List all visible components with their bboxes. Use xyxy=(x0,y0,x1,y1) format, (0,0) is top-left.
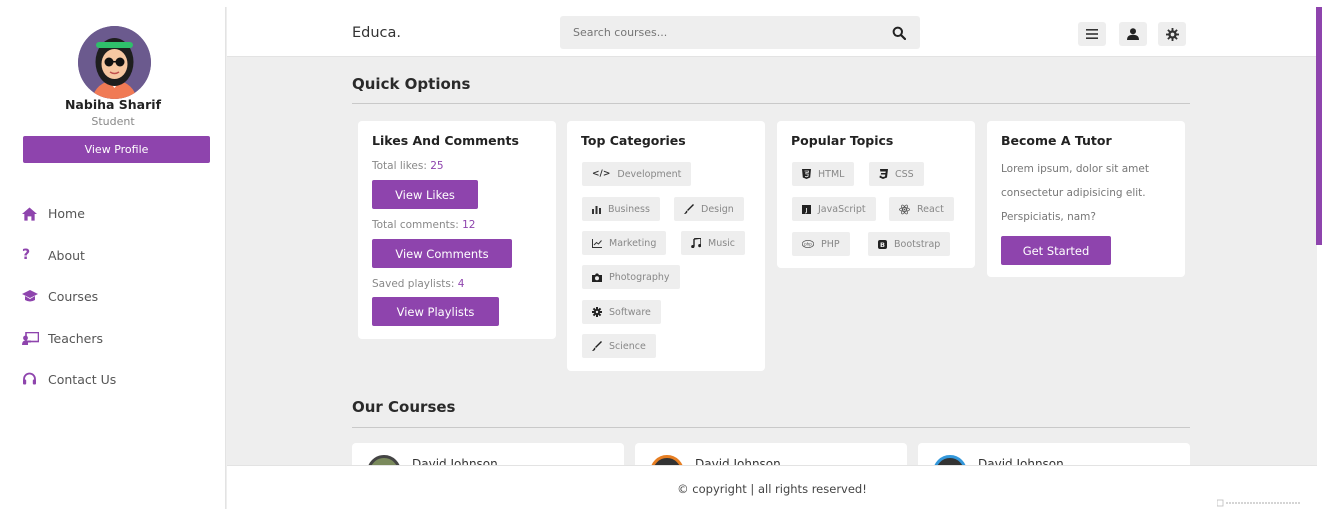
category-tag-music[interactable]: Music xyxy=(681,231,746,255)
view-profile-button[interactable]: View Profile xyxy=(23,136,210,163)
section-divider xyxy=(352,427,1190,428)
javascript-icon xyxy=(802,204,811,214)
card-title: Become A Tutor xyxy=(1001,133,1112,148)
sidebar-item-label: Home xyxy=(48,206,85,222)
view-comments-button[interactable]: View Comments xyxy=(372,239,512,268)
camera-icon xyxy=(592,273,602,282)
scrollbar-thumb[interactable] xyxy=(1316,7,1322,245)
total-comments-stat: Total comments: 12 xyxy=(372,219,476,231)
php-icon: php xyxy=(802,240,814,248)
vial-icon xyxy=(592,341,602,351)
card-title: Popular Topics xyxy=(791,133,894,148)
topic-tag-bootstrap[interactable]: B Bootstrap xyxy=(868,232,951,256)
topic-tag-php[interactable]: php PHP xyxy=(792,232,850,256)
user-role: Student xyxy=(91,115,135,128)
graduation-cap-icon xyxy=(22,290,48,303)
bar-chart-icon xyxy=(592,205,601,214)
view-likes-button[interactable]: View Likes xyxy=(372,180,478,209)
svg-text:B: B xyxy=(880,241,885,249)
category-tag-design[interactable]: Design xyxy=(674,197,744,221)
menu-icon[interactable] xyxy=(1078,22,1106,46)
css3-icon xyxy=(879,169,888,179)
saved-playlists-stat: Saved playlists: 4 xyxy=(372,278,465,290)
tutor-description: Lorem ipsum, dolor sit amet consectetur … xyxy=(1001,163,1149,223)
sidebar-item-label: Teachers xyxy=(48,330,103,346)
sidebar-item-label: Contact Us xyxy=(48,372,117,388)
category-tag-business[interactable]: Business xyxy=(582,197,660,221)
page-footer: © copyright | all rights reserved! xyxy=(227,465,1317,509)
settings-gear-icon[interactable] xyxy=(1158,22,1186,46)
view-playlists-button[interactable]: View Playlists xyxy=(372,297,499,326)
chalkboard-teacher-icon xyxy=(22,331,48,345)
category-tag-science[interactable]: Science xyxy=(582,334,656,358)
total-likes-stat: Total likes: 25 xyxy=(372,160,444,172)
category-tag-marketing[interactable]: Marketing xyxy=(582,231,667,255)
search-form xyxy=(560,16,920,49)
sidebar-nav: Home ? About Courses Teachers Contact Us xyxy=(22,193,222,401)
topic-tag-javascript[interactable]: JavaScript xyxy=(792,197,876,221)
svg-text:php: php xyxy=(804,242,812,247)
quick-options-title: Quick Options xyxy=(352,75,471,93)
likes-comments-card: Likes And Comments Total likes: 25 View … xyxy=(358,121,556,339)
card-title: Top Categories xyxy=(581,133,686,148)
card-title: Likes And Comments xyxy=(372,133,519,148)
topic-tag-react[interactable]: React xyxy=(889,197,954,221)
sidebar-item-about[interactable]: ? About xyxy=(22,235,222,277)
sidebar-item-teachers[interactable]: Teachers xyxy=(22,318,222,360)
headset-icon xyxy=(22,372,48,387)
line-chart-icon xyxy=(592,238,602,248)
site-logo[interactable]: Educa. xyxy=(352,25,401,41)
broken-image-icon xyxy=(1216,499,1301,507)
our-courses-title: Our Courses xyxy=(352,398,456,416)
sidebar-item-courses[interactable]: Courses xyxy=(22,276,222,318)
cog-icon xyxy=(592,307,602,317)
sidebar: Nabiha Sharif Student View Profile Home … xyxy=(0,7,226,509)
code-icon: </> xyxy=(592,169,611,179)
become-tutor-card: Become A Tutor Lorem ipsum, dolor sit am… xyxy=(987,121,1185,277)
music-note-icon xyxy=(691,238,701,248)
copyright-text: © copyright | all rights reserved! xyxy=(677,482,867,496)
sidebar-item-home[interactable]: Home xyxy=(22,193,222,235)
top-header: Educa. xyxy=(227,7,1317,57)
topic-tag-css[interactable]: CSS xyxy=(869,162,924,186)
user-avatar[interactable] xyxy=(78,26,151,99)
html5-icon xyxy=(802,169,811,179)
get-started-button[interactable]: Get Started xyxy=(1001,236,1111,265)
user-icon[interactable] xyxy=(1119,22,1147,46)
react-icon xyxy=(899,204,910,215)
top-categories-card: Top Categories </> Development Business D… xyxy=(567,121,765,371)
search-icon[interactable] xyxy=(892,25,908,41)
sidebar-item-label: About xyxy=(48,247,85,263)
brush-icon xyxy=(684,204,694,214)
question-icon: ? xyxy=(22,247,31,264)
category-tag-development[interactable]: </> Development xyxy=(582,162,692,186)
sidebar-item-label: Courses xyxy=(48,289,99,305)
popular-topics-card: Popular Topics HTML CSS JavaScript React… xyxy=(777,121,975,268)
category-tag-software[interactable]: Software xyxy=(582,300,661,324)
section-divider xyxy=(352,103,1190,104)
bootstrap-icon: B xyxy=(878,239,887,249)
user-name: Nabiha Sharif xyxy=(64,97,162,112)
home-icon xyxy=(22,207,48,221)
search-input[interactable] xyxy=(560,16,880,49)
sidebar-item-contact[interactable]: Contact Us xyxy=(22,359,222,401)
top-border xyxy=(0,0,1333,7)
category-tag-photography[interactable]: Photography xyxy=(582,265,680,289)
topic-tag-html[interactable]: HTML xyxy=(792,162,855,186)
